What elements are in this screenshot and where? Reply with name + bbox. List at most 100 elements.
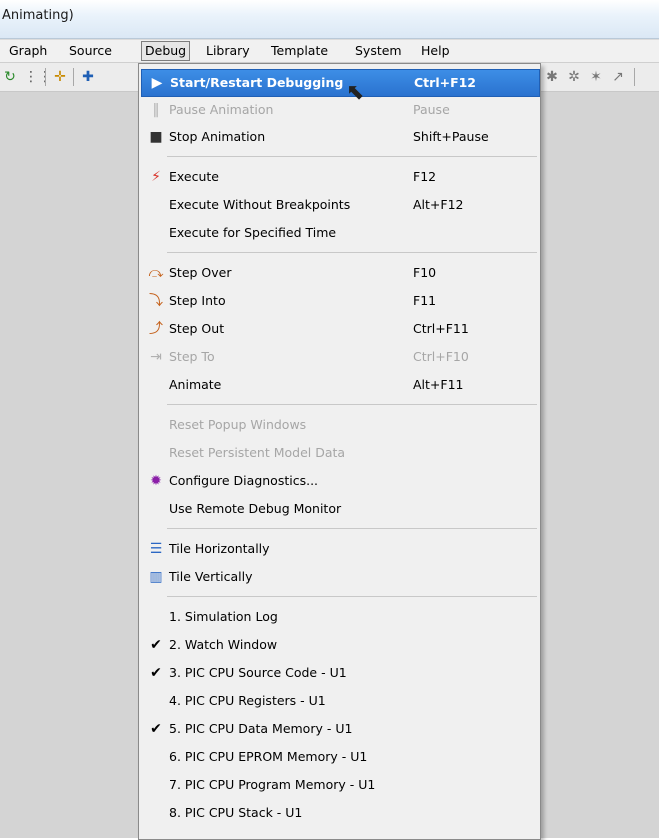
- menu-item-label: 2. Watch Window: [169, 637, 278, 652]
- origin-icon[interactable]: ✛: [52, 69, 68, 85]
- menu-item-window-1[interactable]: 1. Simulation Log: [141, 604, 538, 630]
- menu-item-label: Stop Animation: [169, 129, 266, 144]
- menu-item-execute[interactable]: ⚡ Execute F12: [141, 164, 538, 190]
- menu-item-window-3[interactable]: ✔ 3. PIC CPU Source Code - U1: [141, 660, 538, 686]
- tile-horizontal-icon: ☰: [149, 541, 163, 557]
- menu-item-execute-without-breakpoints[interactable]: Execute Without Breakpoints Alt+F12: [141, 192, 538, 218]
- menu-item-window-5[interactable]: ✔ 5. PIC CPU Data Memory - U1: [141, 716, 538, 742]
- menu-item-shortcut: F12: [413, 169, 437, 184]
- pan-icon[interactable]: ✚: [80, 69, 96, 85]
- menu-separator: [167, 404, 537, 405]
- menu-item-label: Step To: [169, 349, 215, 364]
- execute-icon: ⚡: [151, 169, 161, 185]
- menu-item-pause-animation[interactable]: ‖ Pause Animation Pause: [141, 97, 538, 123]
- menu-separator: [167, 596, 537, 597]
- menu-item-label: Use Remote Debug Monitor: [169, 501, 342, 516]
- menu-debug[interactable]: Debug: [141, 41, 191, 61]
- menu-item-shortcut: Ctrl+F12: [414, 75, 477, 90]
- menu-item-step-out[interactable]: ⤴ Step Out Ctrl+F11: [141, 316, 538, 342]
- menu-item-shortcut: Ctrl+F11: [413, 321, 469, 336]
- checkmark-icon: ✔: [150, 721, 162, 737]
- menu-item-window-7[interactable]: 7. PIC CPU Program Memory - U1: [141, 772, 538, 798]
- menu-template[interactable]: Template: [268, 43, 331, 59]
- menu-bar: Graph Source Debug Library Template Syst…: [0, 40, 659, 63]
- menu-separator: [167, 156, 537, 157]
- menu-item-label: Animate: [169, 377, 222, 392]
- menu-item-execute-for-specified-time[interactable]: Execute for Specified Time: [141, 220, 538, 246]
- menu-item-shortcut: F10: [413, 265, 437, 280]
- menu-item-label: Start/Restart Debugging: [170, 75, 344, 90]
- menu-item-tile-horizontally[interactable]: ☰ Tile Horizontally: [141, 536, 538, 562]
- menu-source[interactable]: Source: [66, 43, 115, 59]
- menu-item-label: Execute for Specified Time: [169, 225, 337, 240]
- menu-item-tile-vertically[interactable]: ▥ Tile Vertically: [141, 564, 538, 590]
- menu-separator: [167, 252, 537, 253]
- menu-item-label: Step Into: [169, 293, 226, 308]
- menu-item-label: 5. PIC CPU Data Memory - U1: [169, 721, 353, 736]
- menu-item-step-into[interactable]: ⤵ Step Into F11: [141, 288, 538, 314]
- menu-item-label: 3. PIC CPU Source Code - U1: [169, 665, 347, 680]
- step-into-icon: ⤵: [149, 293, 163, 309]
- tool-icon[interactable]: ✲: [566, 69, 582, 85]
- menu-item-configure-diagnostics[interactable]: ✹ Configure Diagnostics...: [141, 468, 538, 494]
- menu-item-reset-popup-windows[interactable]: Reset Popup Windows: [141, 412, 538, 438]
- refresh-icon[interactable]: ↻: [2, 69, 18, 85]
- step-to-icon: ⇥: [150, 349, 162, 365]
- step-over-icon: ⤼: [148, 265, 164, 281]
- mouse-pointer-icon: ⬉: [346, 80, 365, 105]
- menu-item-label: 4. PIC CPU Registers - U1: [169, 693, 326, 708]
- tile-vertical-icon: ▥: [149, 569, 163, 585]
- menu-item-label: Execute: [169, 169, 219, 184]
- menu-item-label: Configure Diagnostics...: [169, 473, 319, 488]
- menu-item-label: Reset Popup Windows: [169, 417, 307, 432]
- menu-item-label: 7. PIC CPU Program Memory - U1: [169, 777, 376, 792]
- menu-item-shortcut: Alt+F11: [413, 377, 464, 392]
- menu-item-reset-persistent-model-data[interactable]: Reset Persistent Model Data: [141, 440, 538, 466]
- title-bar: Animating): [0, 0, 659, 39]
- menu-item-step-over[interactable]: ⤼ Step Over F10: [141, 260, 538, 286]
- tool-icon[interactable]: ✱: [544, 69, 560, 85]
- menu-help[interactable]: Help: [418, 43, 453, 59]
- window-title: Animating): [2, 8, 74, 23]
- menu-item-label: Tile Horizontally: [169, 541, 270, 556]
- checkmark-icon: ✔: [150, 665, 162, 681]
- menu-graph[interactable]: Graph: [6, 43, 50, 59]
- stop-icon: ■: [149, 129, 163, 145]
- toolbar-separator: [634, 68, 635, 86]
- menu-item-shortcut: Alt+F12: [413, 197, 464, 212]
- menu-item-stop-animation[interactable]: ■ Stop Animation Shift+Pause: [141, 124, 538, 150]
- pause-icon: ‖: [152, 102, 160, 118]
- toolbar-separator: [73, 68, 74, 86]
- menu-separator: [167, 528, 537, 529]
- tool-icon[interactable]: ✶: [588, 69, 604, 85]
- menu-item-window-6[interactable]: 6. PIC CPU EPROM Memory - U1: [141, 744, 538, 770]
- menu-item-label: Tile Vertically: [169, 569, 253, 584]
- menu-item-window-8[interactable]: 8. PIC CPU Stack - U1: [141, 800, 538, 826]
- menu-item-shortcut: Shift+Pause: [413, 129, 489, 144]
- menu-item-step-to[interactable]: ⇥ Step To Ctrl+F10: [141, 344, 538, 370]
- menu-item-label: 8. PIC CPU Stack - U1: [169, 805, 303, 820]
- step-out-icon: ⤴: [149, 321, 163, 337]
- menu-item-window-4[interactable]: 4. PIC CPU Registers - U1: [141, 688, 538, 714]
- menu-item-start-restart-debugging[interactable]: ▶ Start/Restart Debugging Ctrl+F12: [141, 69, 540, 97]
- menu-item-label: Execute Without Breakpoints: [169, 197, 351, 212]
- menu-item-label: Pause Animation: [169, 102, 274, 117]
- debug-dropdown-menu: ▶ Start/Restart Debugging Ctrl+F12 ‖ Pau…: [138, 63, 541, 840]
- toolbar-separator: [45, 68, 46, 86]
- menu-library[interactable]: Library: [203, 43, 253, 59]
- checkmark-icon: ✔: [150, 637, 162, 653]
- menu-item-shortcut: Ctrl+F10: [413, 349, 469, 364]
- menu-item-label: Step Over: [169, 265, 232, 280]
- menu-item-shortcut: F11: [413, 293, 437, 308]
- bug-icon: ✹: [150, 473, 162, 489]
- menu-item-label: 1. Simulation Log: [169, 609, 278, 624]
- menu-item-animate[interactable]: Animate Alt+F11: [141, 372, 538, 398]
- menu-item-window-2[interactable]: ✔ 2. Watch Window: [141, 632, 538, 658]
- menu-item-label: 6. PIC CPU EPROM Memory - U1: [169, 749, 368, 764]
- menu-system[interactable]: System: [352, 43, 405, 59]
- menu-item-use-remote-debug-monitor[interactable]: Use Remote Debug Monitor: [141, 496, 538, 522]
- grid-icon[interactable]: ⋮⋮: [24, 69, 52, 85]
- start-debug-icon: ▶: [151, 75, 163, 91]
- menu-item-label: Step Out: [169, 321, 225, 336]
- probe-icon[interactable]: ↗: [610, 69, 626, 85]
